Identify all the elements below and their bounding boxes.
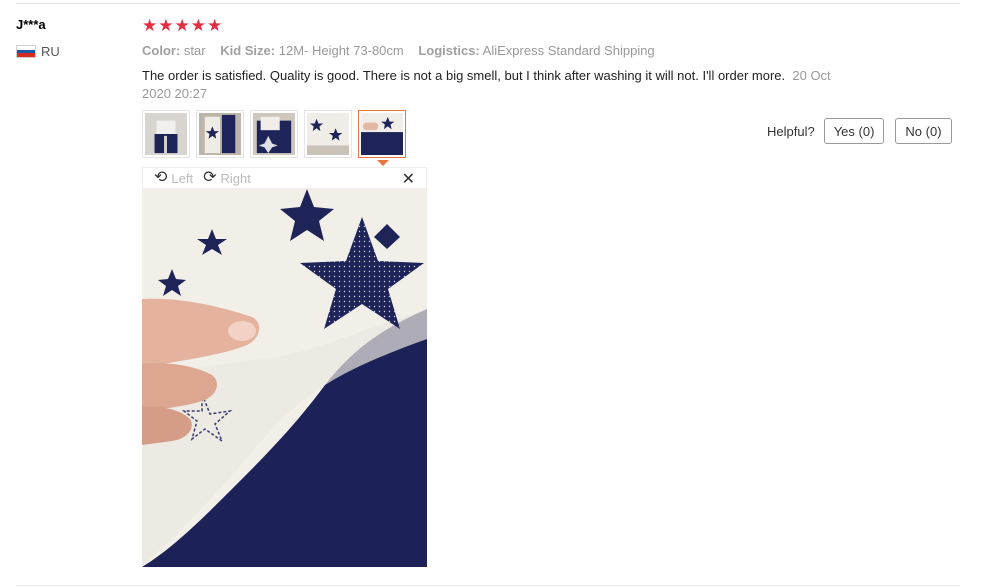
attribute-logistics: Logistics: AliExpress Standard Shipping [418,43,655,58]
helpful-voting: Helpful? Yes (0) No (0) [767,118,963,144]
star-icon: ★ [174,16,190,35]
review-photo-thumbnail[interactable] [142,110,190,158]
top-divider [16,3,960,4]
rotate-left-button[interactable]: ⟲ Left [154,170,193,186]
selected-thumbnail-pointer [377,160,389,166]
attribute-color: Color: star [142,43,206,58]
rotate-right-button[interactable]: ⟳ Right [203,170,251,186]
country-code: RU [41,44,60,59]
rotate-left-label: Left [171,170,194,186]
reviewer-country: RU [16,44,60,59]
star-rating: ★ ★ ★ ★ ★ [142,16,222,36]
star-icon: ★ [158,16,174,35]
review-body: The order is satisfied. Quality is good.… [142,67,862,103]
star-icon: ★ [190,16,206,35]
bottom-divider [16,585,960,586]
star-icon: ★ [142,16,158,35]
photo-viewer: ⟲ Left ⟳ Right ✕ [142,167,427,567]
product-attributes: Color: star Kid Size: 12M- Height 73-80c… [142,43,666,58]
rotate-right-label: Right [220,170,251,186]
review-photo-thumbnail[interactable] [196,110,244,158]
helpful-no-button[interactable]: No (0) [895,118,952,144]
russia-flag-icon [16,45,36,58]
close-icon[interactable]: ✕ [402,169,415,189]
attribute-kid-size: Kid Size: 12M- Height 73-80cm [220,43,404,58]
review-photo-thumbnail-selected[interactable] [358,110,406,158]
photo-viewer-toolbar: ⟲ Left ⟳ Right ✕ [142,167,427,189]
rotate-right-icon: ⟳ [203,169,217,186]
review-photo-enlarged [142,189,427,567]
review-photo-thumbnail[interactable] [250,110,298,158]
review-text: The order is satisfied. Quality is good.… [142,68,786,83]
review-photo-thumbnail[interactable] [304,110,352,158]
helpful-yes-button[interactable]: Yes (0) [823,118,885,144]
star-icon: ★ [207,16,223,35]
review-photo-thumbnails [142,110,406,158]
rotate-left-icon: ⟲ [154,169,168,186]
helpful-label: Helpful? [767,123,815,139]
reviewer-name: J***a [16,17,46,32]
